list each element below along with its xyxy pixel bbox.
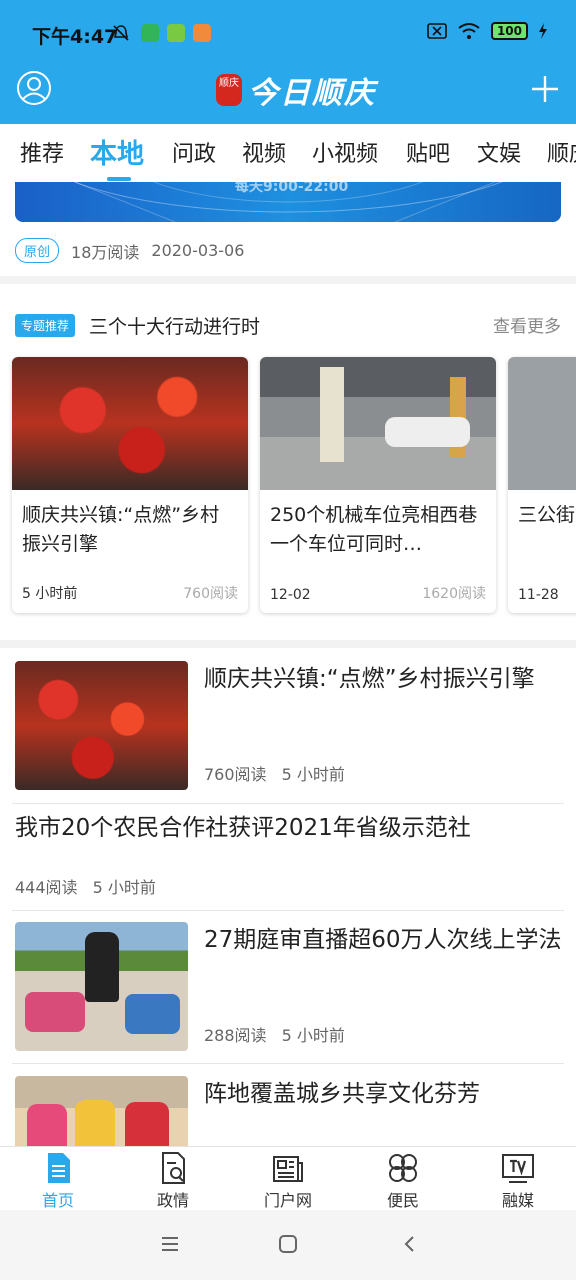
news-list: 顺庆共兴镇:“点燃”乡村振兴引擎 760阅读 5 小时前 我市20个农民合作社获… [0,648,576,1146]
news-title: 我市20个农民合作社获评2021年省级示范社 [15,815,471,841]
news-reads: 288阅读 [204,1026,267,1045]
mute-bell-icon [113,25,129,41]
active-tab-indicator [107,177,131,181]
tab-video[interactable]: 视频 [242,136,286,168]
user-avatar-icon[interactable] [16,70,52,106]
card-date: 11-28 [518,587,559,603]
news-meta: 760阅读 5 小时前 [204,761,355,785]
tab-forum[interactable]: 贴吧 [406,136,450,168]
app-header: 顺庆 今日顺庆 [0,64,576,124]
nav-home[interactable]: 首页 [18,1151,98,1211]
card-image [260,357,496,490]
view-more-link[interactable]: 查看更多 [493,312,561,337]
news-title: 顺庆共兴镇:“点燃”乡村振兴引擎 [204,666,535,692]
top-article-date: 2020-03-06 [151,241,245,260]
divider [12,910,564,911]
card-title: 三公街文化 城 [518,504,576,526]
status-bar: 下午4:47 100 [0,0,576,64]
list-item[interactable]: 我市20个农民合作社获评2021年省级示范社 444阅读 5 小时前 [15,810,563,900]
app-logo: 顺庆 今日顺庆 [216,72,376,111]
status-right: 100 [427,22,548,40]
banner-image[interactable]: 每天9:00-22:00 [15,182,561,222]
nav-portal[interactable]: 门户网 [248,1151,328,1211]
top-article[interactable]: 每天9:00-22:00 原创 18万阅读 2020-03-06 [0,182,576,276]
news-meta: 288阅读 5 小时前 [204,1022,355,1046]
menu-icon[interactable] [160,1234,180,1254]
tab-shunqing[interactable]: 顺庆 [547,136,576,168]
nav-services-label: 便民 [386,1191,419,1210]
news-reads: 444阅读 [15,878,78,897]
back-icon[interactable] [400,1234,420,1254]
card-title: 250个机械车位亮相西巷 一个车位可同时… [270,504,486,555]
news-meta: 444阅读 5 小时前 [15,874,166,898]
special-topic-title: 三个十大行动进行时 [89,316,261,338]
home-square-icon[interactable] [278,1234,298,1254]
status-time: 下午4:47 [32,26,118,48]
news-time: 5 小时前 [92,878,156,897]
printer-app-icon [167,24,185,42]
top-article-reads: 18万阅读 [71,242,140,262]
system-nav-bar [0,1210,576,1280]
news-title: 27期庭审直播超60万人次线上学法 [204,927,562,953]
card-title: 顺庆共兴镇:“点燃”乡村振兴引擎 [22,504,220,555]
news-thumbnail [15,661,188,790]
news-thumbnail [15,1076,188,1146]
divider [12,803,564,804]
divider [12,1063,564,1064]
bag-app-icon [193,24,211,42]
news-reads: 760阅读 [204,765,267,784]
tv-icon [502,1154,534,1183]
banner-text: 每天9:00-22:00 [235,182,349,195]
shield-app-icon [141,24,159,42]
home-document-icon [48,1153,70,1183]
nav-portal-label: 门户网 [263,1191,312,1210]
app-title: 今日顺庆 [248,76,376,111]
battery-indicator: 100 [490,22,528,40]
card-date: 5 小时前 [22,586,78,602]
clover-grid-icon [389,1154,417,1182]
tab-entertainment[interactable]: 文娱 [477,136,521,168]
card-reads: 760阅读 [183,586,238,602]
top-article-meta: 原创 18万阅读 2020-03-06 [15,238,244,263]
nav-politics-label: 政情 [156,1191,189,1210]
list-item[interactable]: 顺庆共兴镇:“点燃”乡村振兴引擎 760阅读 5 小时前 [15,661,563,790]
wifi-icon [458,23,480,39]
tab-recommend[interactable]: 推荐 [20,136,64,168]
sim-off-icon [427,23,447,39]
add-icon[interactable] [530,74,560,104]
bottom-nav: 首页 政情 门户网 便民 融媒 [0,1146,576,1210]
logo-seal: 顺庆 [216,74,242,106]
news-time: 5 小时前 [281,1026,345,1045]
nav-media[interactable]: 融媒 [478,1151,558,1211]
topic-card[interactable]: 250个机械车位亮相西巷 一个车位可同时… 12-02 1620阅读 [260,357,496,613]
topic-card[interactable]: 顺庆共兴镇:“点燃”乡村振兴引擎 5 小时前 760阅读 [12,357,248,613]
tab-politics[interactable]: 问政 [172,136,216,168]
topic-card[interactable]: 三公街文化 城 11-28 [508,357,576,613]
feed-content[interactable]: 每天9:00-22:00 原创 18万阅读 2020-03-06 专题推荐 三个… [0,182,576,1146]
news-title: 阵地覆盖城乡共享文化芬芳 [204,1081,480,1107]
list-item[interactable]: 27期庭审直播超60万人次线上学法 288阅读 5 小时前 [15,922,563,1051]
special-topic-header: 专题推荐 三个十大行动进行时 [15,312,260,339]
nav-media-label: 融媒 [501,1191,534,1210]
tab-short-video[interactable]: 小视频 [312,136,378,168]
tab-local[interactable]: 本地 [90,132,144,171]
list-item[interactable]: 阵地覆盖城乡共享文化芬芳 [15,1076,563,1146]
card-image [508,357,576,490]
card-reads: 1620阅读 [422,586,486,602]
nav-home-label: 首页 [41,1191,74,1210]
special-topic-section: 专题推荐 三个十大行动进行时 查看更多 顺庆共兴镇:“点燃”乡村振兴引擎 5 小… [0,284,576,640]
news-thumbnail [15,922,188,1051]
card-image [12,357,248,490]
special-topic-tag: 专题推荐 [15,314,76,337]
nav-politics[interactable]: 政情 [133,1151,213,1211]
nav-services[interactable]: 便民 [363,1151,443,1211]
politics-document-icon [162,1152,185,1184]
card-date: 12-02 [270,587,311,603]
newspaper-icon [273,1156,303,1182]
original-badge: 原创 [15,238,60,263]
news-time: 5 小时前 [281,765,345,784]
channel-tabs: 推荐 本地 问政 视频 小视频 贴吧 文娱 顺庆 [0,124,576,182]
charging-icon [539,23,547,39]
